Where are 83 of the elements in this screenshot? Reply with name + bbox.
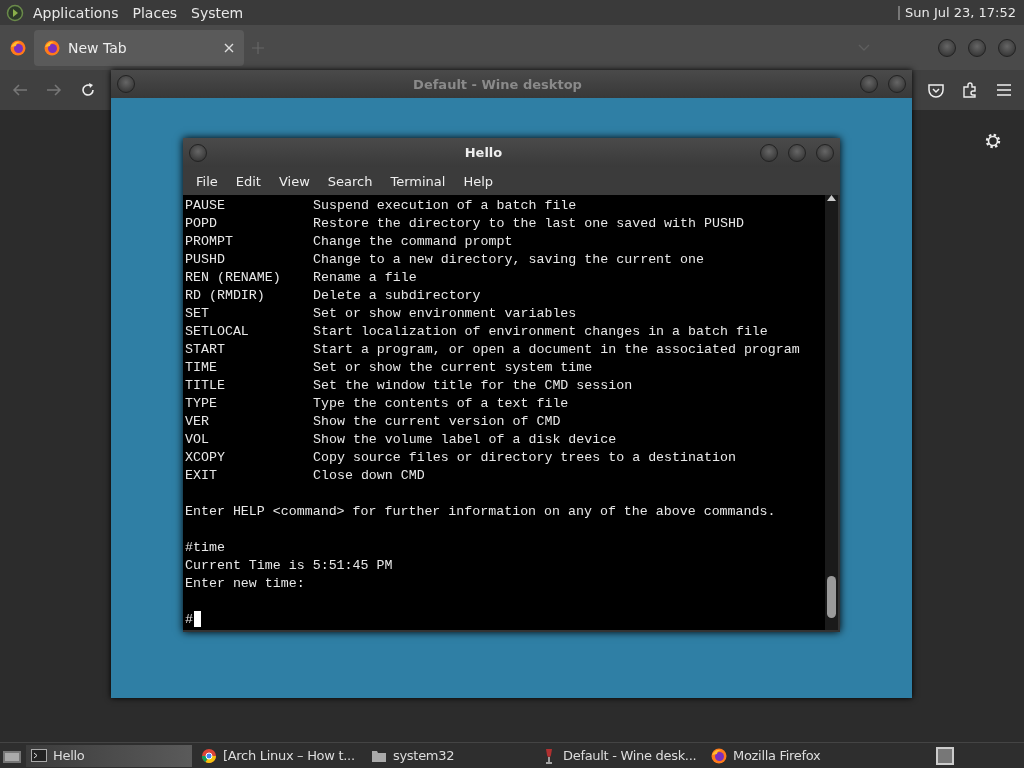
- command-description: Change to a new directory, saving the current one: [313, 251, 704, 269]
- menu-item[interactable]: Edit: [226, 170, 270, 192]
- panel-menu[interactable]: System: [186, 2, 249, 23]
- command-name: TITLE: [185, 377, 226, 395]
- scrollbar-thumb[interactable]: [827, 576, 836, 618]
- command-name: REN (RENAME): [185, 269, 282, 287]
- firefox-icon[interactable]: [44, 39, 60, 56]
- command-description: Set or show environment variables: [313, 305, 577, 323]
- browser-tab[interactable]: New Tab: [34, 29, 244, 66]
- scrollbar[interactable]: [825, 195, 838, 630]
- back-icon[interactable]: [12, 83, 28, 97]
- window-menu-button[interactable]: [117, 75, 135, 93]
- command-description: Copy source files or directory trees to a destination: [313, 449, 736, 467]
- command-name: XCOPY: [185, 449, 226, 467]
- menu-item[interactable]: View: [269, 170, 319, 192]
- terminal-line: Current Time is 5:51:45 PM: [185, 557, 393, 575]
- reload-icon[interactable]: [80, 82, 96, 98]
- command-description: Show the current version of CMD: [313, 413, 561, 431]
- terminal-line: #time: [185, 539, 225, 557]
- taskbar-button[interactable]: Hello: [26, 744, 192, 767]
- command-name: START: [185, 341, 226, 359]
- command-name: POPD: [185, 215, 218, 233]
- close-icon[interactable]: [224, 42, 234, 53]
- menu-item[interactable]: Help: [454, 170, 503, 192]
- command-description: Delete a subdirectory: [313, 287, 481, 305]
- pocket-icon[interactable]: [928, 82, 944, 98]
- window-menu-button[interactable]: [189, 143, 207, 162]
- prompt: #: [185, 611, 193, 629]
- panel-menu[interactable]: Applications: [28, 2, 124, 23]
- firefox-icon: [711, 747, 727, 764]
- taskbar-button[interactable]: Mozilla Firefox: [706, 744, 872, 767]
- extensions-icon[interactable]: [962, 82, 978, 98]
- close-button[interactable]: [816, 143, 834, 162]
- minimize-button[interactable]: [760, 143, 778, 162]
- command-name: PROMPT: [185, 233, 234, 251]
- window-title: Default - Wine desktop: [412, 76, 583, 92]
- terminal-line: Enter new time:: [185, 575, 305, 593]
- command-name: TIME: [185, 359, 218, 377]
- command-description: Change the command prompt: [313, 233, 513, 251]
- command-description: Type the contents of a text file: [313, 395, 569, 413]
- command-name: PAUSE: [185, 197, 226, 215]
- menu-icon[interactable]: [996, 84, 1012, 96]
- command-description: Show the volume label of a disk device: [313, 431, 617, 449]
- menu-item[interactable]: Terminal: [381, 170, 455, 192]
- command-description: Start localization of environment changes in a batch file: [313, 323, 768, 341]
- command-name: VOL: [185, 431, 210, 449]
- settings-icon[interactable]: [984, 132, 1002, 150]
- terminal-icon: [31, 747, 47, 764]
- command-name: RD (RMDIR): [185, 287, 266, 305]
- window-control-button[interactable]: [968, 38, 986, 57]
- command-description: Start a program, or open a document in the associated program: [313, 341, 800, 359]
- command-name: SETLOCAL: [185, 323, 250, 341]
- window-title: Hello: [463, 145, 504, 160]
- command-name: PUSHD: [185, 251, 226, 269]
- command-name: SET: [185, 305, 210, 323]
- maximize-button[interactable]: [788, 143, 806, 162]
- command-description: Rename a file: [313, 269, 417, 287]
- command-description: Set the window title for the CMD session: [313, 377, 633, 395]
- window-control-button[interactable]: [938, 38, 956, 57]
- text-cursor: [194, 611, 201, 627]
- command-name: TYPE: [185, 395, 218, 413]
- panel-menu[interactable]: Places: [127, 2, 183, 23]
- taskbar-button[interactable]: Default - Wine desk...: [536, 744, 702, 767]
- distro-logo-icon[interactable]: [6, 3, 24, 22]
- menu-item[interactable]: File: [187, 170, 227, 192]
- window-control-button[interactable]: [998, 38, 1016, 57]
- command-description: Restore the directory to the last one saved with PUSHD: [313, 215, 744, 233]
- clock[interactable]: Sun Jul 23, 17:52: [905, 5, 1018, 20]
- taskbar-button[interactable]: system32: [366, 744, 532, 767]
- firefox-icon[interactable]: [10, 39, 26, 56]
- minimize-button[interactable]: [860, 75, 878, 93]
- command-name: VER: [185, 413, 210, 431]
- command-description: Close down CMD: [313, 467, 425, 485]
- command-name: EXIT: [185, 467, 218, 485]
- command-description: Suspend execution of a batch file: [313, 197, 577, 215]
- menu-item[interactable]: Search: [318, 170, 382, 192]
- workspace-switcher[interactable]: [936, 746, 954, 765]
- taskbar-button[interactable]: [Arch Linux – How t...: [196, 744, 362, 767]
- command-description: Set or show the current system time: [313, 359, 593, 377]
- terminal-line: Enter HELP <command> for further information on any of the above commands.: [185, 503, 776, 521]
- browser-icon: [201, 747, 217, 764]
- maximize-button[interactable]: [888, 75, 906, 93]
- forward-icon[interactable]: [46, 83, 62, 97]
